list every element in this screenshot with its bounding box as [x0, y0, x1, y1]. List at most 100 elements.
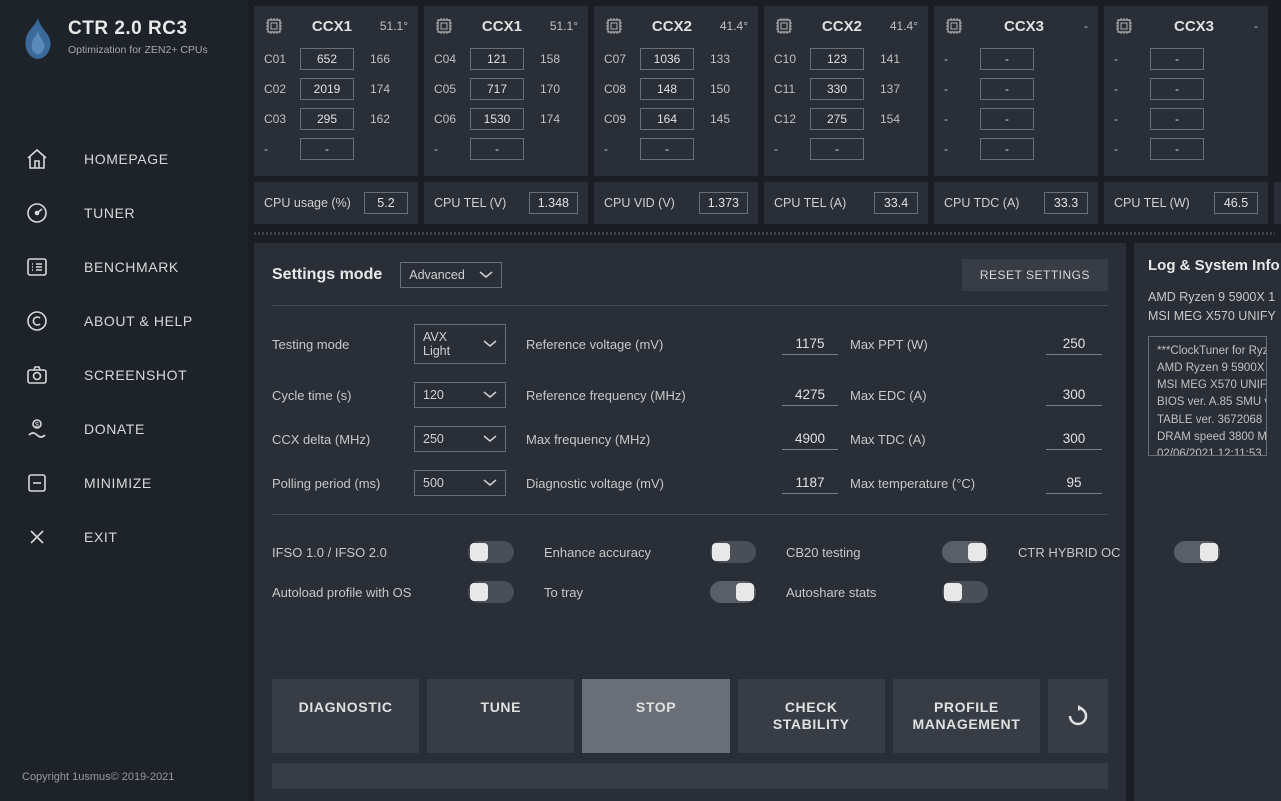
- metric-block: C: [1274, 182, 1281, 224]
- reset-settings-button[interactable]: RESET SETTINGS: [962, 259, 1108, 291]
- core-label: -: [604, 142, 632, 156]
- ccx-name: CCX3: [1142, 18, 1246, 35]
- setting-input[interactable]: [1046, 428, 1102, 450]
- toggle-knob: [712, 543, 730, 561]
- core-value: 2019: [300, 78, 354, 100]
- core-value: -: [980, 78, 1034, 100]
- toggle-cb20-testing[interactable]: [942, 541, 988, 563]
- nav-item-about-help[interactable]: ABOUT & HELP: [0, 294, 248, 348]
- lower-area: Settings mode Advanced RESET SETTINGS Te…: [248, 235, 1281, 801]
- core-value: -: [980, 138, 1034, 160]
- setting-label: Testing mode: [272, 337, 402, 352]
- svg-text:$: $: [35, 422, 39, 429]
- ccx-header: CCX3-: [944, 16, 1088, 36]
- core-row: C01652166: [264, 48, 408, 70]
- core-row: C10123141: [774, 48, 918, 70]
- ccx-row: CCX151.1°C01652166C022019174C03295162--C…: [248, 0, 1281, 176]
- setting-dropdown[interactable]: 120: [414, 382, 506, 408]
- copyright-icon: [24, 308, 50, 334]
- setting-input[interactable]: [1046, 333, 1102, 355]
- nav-item-minimize[interactable]: MINIMIZE: [0, 456, 248, 510]
- ccx-block: CCX241.4°C10123141C11330137C12275154--: [764, 6, 928, 176]
- setting-input[interactable]: [782, 384, 838, 406]
- nav-item-screenshot[interactable]: SCREENSHOT: [0, 348, 248, 402]
- diagnostic-button[interactable]: DIAGNOSTIC: [272, 679, 419, 753]
- metric-label: CPU TEL (V): [434, 196, 506, 210]
- core-label: C09: [604, 112, 632, 126]
- core-row: C04121158: [434, 48, 578, 70]
- core-row: --: [1114, 108, 1258, 130]
- core-extra: 170: [532, 82, 560, 96]
- toggle-autoshare-stats[interactable]: [942, 581, 988, 603]
- metric-block: CPU TDC (A)33.3: [934, 182, 1098, 224]
- setting-input[interactable]: [1046, 384, 1102, 406]
- toggles-grid: IFSO 1.0 / IFSO 2.0Enhance accuracyCB20 …: [272, 541, 1108, 603]
- core-row: --: [1114, 48, 1258, 70]
- nav-label: TUNER: [84, 205, 135, 221]
- toggle-label: Autoload profile with OS: [272, 585, 452, 600]
- tune-button[interactable]: TUNE: [427, 679, 574, 753]
- core-row: C12275154: [774, 108, 918, 130]
- nav-item-exit[interactable]: EXIT: [0, 510, 248, 564]
- setting-dropdown[interactable]: 500: [414, 470, 506, 496]
- core-value: 164: [640, 108, 694, 130]
- cpu-icon: [434, 16, 454, 36]
- core-row: C061530174: [434, 108, 578, 130]
- setting-label: Reference frequency (MHz): [526, 388, 726, 403]
- nav-item-benchmark[interactable]: BENCHMARK: [0, 240, 248, 294]
- metric-value: 46.5: [1214, 192, 1258, 214]
- core-value: -: [640, 138, 694, 160]
- toggle-ifso-1-0-ifso-2-0[interactable]: [468, 541, 514, 563]
- toggle-ctr-hybrid-oc[interactable]: [1174, 541, 1220, 563]
- nav-item-tuner[interactable]: TUNER: [0, 186, 248, 240]
- metric-label: CPU VID (V): [604, 196, 675, 210]
- profile-management-button[interactable]: PROFILEMANAGEMENT: [893, 679, 1040, 753]
- cpu-icon: [604, 16, 624, 36]
- core-label: C02: [264, 82, 292, 96]
- core-row: --: [944, 48, 1088, 70]
- core-label: C07: [604, 52, 632, 66]
- check-stability-button[interactable]: CHECKSTABILITY: [738, 679, 885, 753]
- toggle-enhance-accuracy[interactable]: [710, 541, 756, 563]
- toggle-to-tray[interactable]: [710, 581, 756, 603]
- core-value: 295: [300, 108, 354, 130]
- nav-label: BENCHMARK: [84, 259, 179, 275]
- settings-mode-dropdown[interactable]: Advanced: [400, 262, 502, 288]
- core-label: C01: [264, 52, 292, 66]
- action-row: DIAGNOSTIC TUNE STOP CHECKSTABILITY PROF…: [272, 665, 1108, 753]
- ccx-name: CCX1: [462, 18, 542, 35]
- core-value: 330: [810, 78, 864, 100]
- log-title: Log & System Info: [1148, 257, 1267, 274]
- metric-value: 1.373: [699, 192, 748, 214]
- setting-dropdown[interactable]: AVX Light: [414, 324, 506, 364]
- core-row: C11330137: [774, 78, 918, 100]
- setting-input[interactable]: [1046, 472, 1102, 494]
- core-row: --: [1114, 138, 1258, 160]
- setting-dropdown[interactable]: 250: [414, 426, 506, 452]
- nav-item-donate[interactable]: $DONATE: [0, 402, 248, 456]
- ccx-block: CCX151.1°C04121158C05717170C061530174--: [424, 6, 588, 176]
- ccx-temp: 51.1°: [380, 19, 408, 33]
- core-value: -: [1150, 108, 1204, 130]
- log-panel: Log & System Info AMD Ryzen 9 5900X 1 MS…: [1134, 243, 1281, 801]
- log-box[interactable]: ***ClockTuner for RyzeAMD Ryzen 9 5900X …: [1148, 336, 1267, 456]
- core-extra: 162: [362, 112, 390, 126]
- nav-item-homepage[interactable]: HOMEPAGE: [0, 132, 248, 186]
- ccx-temp: -: [1084, 19, 1088, 33]
- setting-input[interactable]: [782, 428, 838, 450]
- setting-label: Diagnostic voltage (mV): [526, 476, 726, 491]
- metric-value: 33.3: [1044, 192, 1088, 214]
- ccx-block: CCX3---------: [934, 6, 1098, 176]
- core-label: C04: [434, 52, 462, 66]
- refresh-button[interactable]: [1048, 679, 1108, 753]
- core-value: 148: [640, 78, 694, 100]
- core-value: -: [1150, 48, 1204, 70]
- settings-mode-value: Advanced: [409, 268, 465, 282]
- stop-button[interactable]: STOP: [582, 679, 729, 753]
- settings-header: Settings mode Advanced RESET SETTINGS: [272, 259, 1108, 306]
- core-value: -: [980, 108, 1034, 130]
- setting-input[interactable]: [782, 472, 838, 494]
- toggle-autoload-profile-with-os[interactable]: [468, 581, 514, 603]
- core-label: -: [944, 142, 972, 156]
- setting-input[interactable]: [782, 333, 838, 355]
